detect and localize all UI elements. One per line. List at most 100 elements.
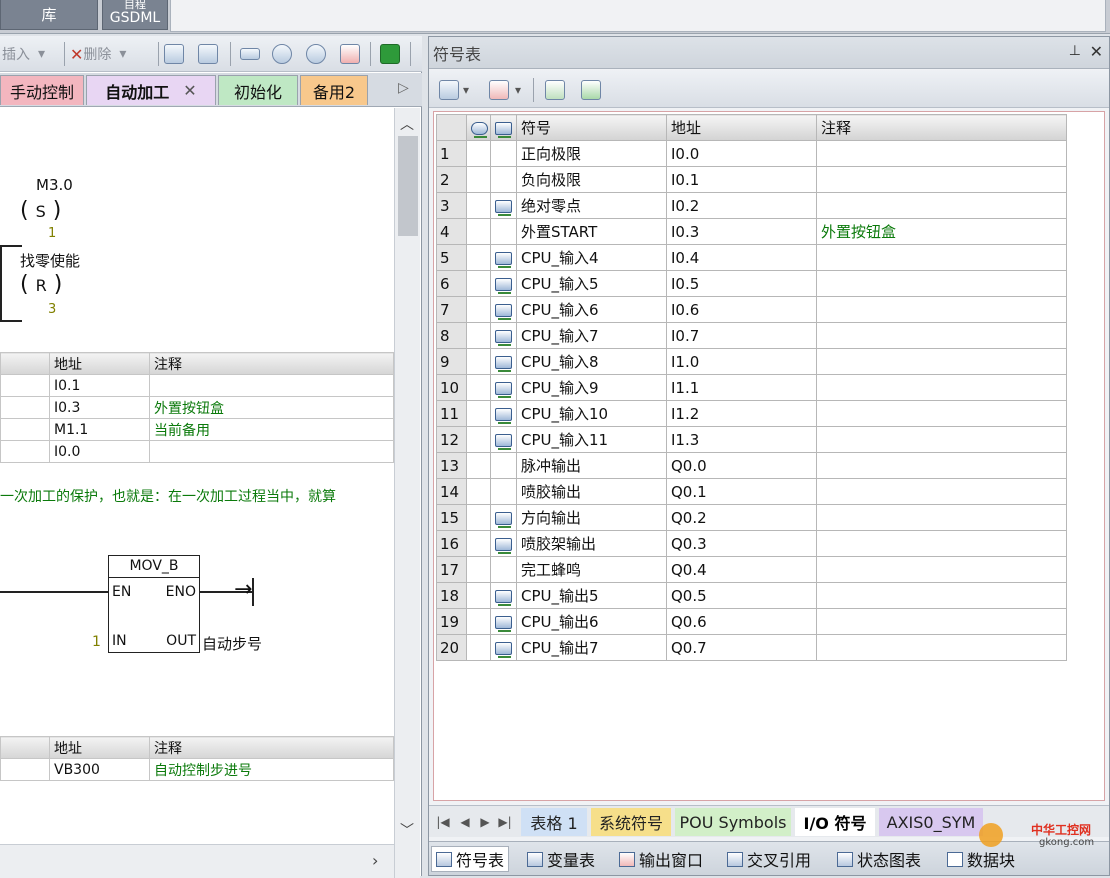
unused-cell[interactable] <box>490 296 517 323</box>
next-sheet-icon[interactable]: ▶ <box>477 812 493 832</box>
unused-cell[interactable] <box>490 166 517 193</box>
table-row[interactable]: I0.3 外置按钮盒 <box>0 396 394 419</box>
table-row[interactable]: 2 负向极限 I0.1 <box>436 166 1067 193</box>
unused-cell[interactable] <box>490 322 517 349</box>
cell-address[interactable]: I0.0 <box>666 140 817 167</box>
row-number[interactable]: 14 <box>436 478 467 505</box>
status-cell[interactable] <box>466 582 491 609</box>
status-cell[interactable] <box>466 192 491 219</box>
table-row[interactable]: 17 完工蜂鸣 Q0.4 <box>436 556 1067 583</box>
unused-cell[interactable] <box>490 270 517 297</box>
status-cell[interactable] <box>466 348 491 375</box>
cell-symbol[interactable]: 喷胶架输出 <box>516 530 667 557</box>
row-number[interactable]: 7 <box>436 296 467 323</box>
table-row[interactable]: 12 CPU_输入11 I1.3 <box>436 426 1067 453</box>
status-cell[interactable] <box>466 504 491 531</box>
cell-comment[interactable] <box>816 556 1067 583</box>
switch-output-window[interactable]: 输出窗口 <box>619 846 703 872</box>
delete-button[interactable]: ✕ 删除 ▾ <box>70 42 126 66</box>
unused-cell[interactable] <box>490 478 517 505</box>
table-row[interactable]: 7 CPU_输入6 I0.6 <box>436 296 1067 323</box>
row-number[interactable]: 5 <box>436 244 467 271</box>
coil-2[interactable]: ( R ) <box>20 272 62 297</box>
table-row[interactable]: 16 喷胶架输出 Q0.3 <box>436 530 1067 557</box>
pin-icon[interactable]: ⊥ <box>1069 43 1081 59</box>
unused-cell[interactable] <box>490 556 517 583</box>
row-number[interactable]: 9 <box>436 348 467 375</box>
cell-symbol[interactable]: CPU_输入6 <box>516 296 667 323</box>
switch-variable-table[interactable]: 变量表 <box>527 846 595 872</box>
unused-cell[interactable] <box>490 192 517 219</box>
cell-symbol[interactable]: 正向极限 <box>516 140 667 167</box>
sheet-tab-1[interactable]: 表格 1 <box>521 808 587 836</box>
cell-symbol[interactable]: CPU_输入5 <box>516 270 667 297</box>
apply-icon[interactable] <box>581 78 601 102</box>
cell-symbol[interactable]: 方向输出 <box>516 504 667 531</box>
go-icon[interactable] <box>380 42 400 66</box>
unused-cell[interactable] <box>490 608 517 635</box>
first-sheet-icon[interactable]: |◀ <box>435 812 451 832</box>
tab-auto[interactable]: 自动加工 ✕ <box>86 75 216 105</box>
insert-button[interactable]: 插入 ▾ <box>2 42 45 66</box>
status-cell[interactable] <box>466 322 491 349</box>
cell-symbol[interactable]: CPU_输出7 <box>516 634 667 661</box>
status-cell[interactable] <box>466 140 491 167</box>
cell-address[interactable]: Q0.0 <box>666 452 817 479</box>
row-number[interactable]: 6 <box>436 270 467 297</box>
clear-icon[interactable] <box>340 42 360 66</box>
row-number[interactable]: 20 <box>436 634 467 661</box>
close-icon[interactable]: ✕ <box>183 81 196 100</box>
status-cell[interactable] <box>466 452 491 479</box>
cell-comment[interactable] <box>816 244 1067 271</box>
prev-sheet-icon[interactable]: ◀ <box>457 812 473 832</box>
status-cell[interactable] <box>466 218 491 245</box>
scroll-down-icon[interactable]: ﹀ <box>400 820 414 840</box>
delete-row-icon[interactable] <box>489 78 509 102</box>
unused-cell[interactable] <box>490 218 517 245</box>
table-view-icon[interactable] <box>545 78 565 102</box>
table-row[interactable]: 10 CPU_输入9 I1.1 <box>436 374 1067 401</box>
cell-comment[interactable]: 外置按钮盒 <box>816 218 1067 245</box>
mov-in-value[interactable]: 1 <box>92 634 101 650</box>
row-number[interactable]: 2 <box>436 166 467 193</box>
scroll-right-icon[interactable]: › <box>372 851 378 870</box>
unused-cell[interactable] <box>490 400 517 427</box>
col-comment[interactable]: 注释 <box>816 114 1067 141</box>
table-row[interactable]: I0.0 <box>0 440 394 463</box>
table-row[interactable]: 9 CPU_输入8 I1.0 <box>436 348 1067 375</box>
cell-comment[interactable] <box>816 374 1067 401</box>
cell-comment[interactable] <box>816 478 1067 505</box>
row-number[interactable]: 3 <box>436 192 467 219</box>
cell-symbol[interactable]: 完工蜂鸣 <box>516 556 667 583</box>
switch-status-chart[interactable]: 状态图表 <box>837 846 921 872</box>
table-row[interactable]: 1 正向极限 I0.0 <box>436 140 1067 167</box>
undo-icon[interactable] <box>272 42 292 66</box>
row-number[interactable]: 13 <box>436 452 467 479</box>
insert-row-icon[interactable] <box>439 78 459 102</box>
status-cell[interactable] <box>466 374 491 401</box>
cell-comment[interactable] <box>816 504 1067 531</box>
cell-comment[interactable] <box>816 270 1067 297</box>
mov-b-block[interactable]: MOV_B EN ENO IN OUT <box>108 555 200 653</box>
cell-symbol[interactable]: CPU_输入7 <box>516 322 667 349</box>
cell-address[interactable]: I0.5 <box>666 270 817 297</box>
status-cell[interactable] <box>466 296 491 323</box>
tab-manual[interactable]: 手动控制 <box>0 75 84 105</box>
row-number[interactable]: 12 <box>436 426 467 453</box>
cell-symbol[interactable]: CPU_输出5 <box>516 582 667 609</box>
cell-symbol[interactable]: 绝对零点 <box>516 192 667 219</box>
row-number[interactable]: 11 <box>436 400 467 427</box>
row-number[interactable]: 19 <box>436 608 467 635</box>
cell-comment[interactable] <box>816 296 1067 323</box>
cell-comment[interactable] <box>816 582 1067 609</box>
cell-symbol[interactable]: CPU_输入10 <box>516 400 667 427</box>
row-number[interactable]: 10 <box>436 374 467 401</box>
cell-address[interactable]: I1.3 <box>666 426 817 453</box>
switch-cross-reference[interactable]: 交叉引用 <box>727 846 811 872</box>
table-row[interactable]: 8 CPU_输入7 I0.7 <box>436 322 1067 349</box>
scroll-up-icon[interactable]: ︿ <box>400 114 414 134</box>
unused-cell[interactable] <box>490 244 517 271</box>
cell-address[interactable]: I0.1 <box>666 166 817 193</box>
switch-symbol-table[interactable]: 符号表 <box>431 846 510 872</box>
box-icon[interactable] <box>240 42 260 66</box>
